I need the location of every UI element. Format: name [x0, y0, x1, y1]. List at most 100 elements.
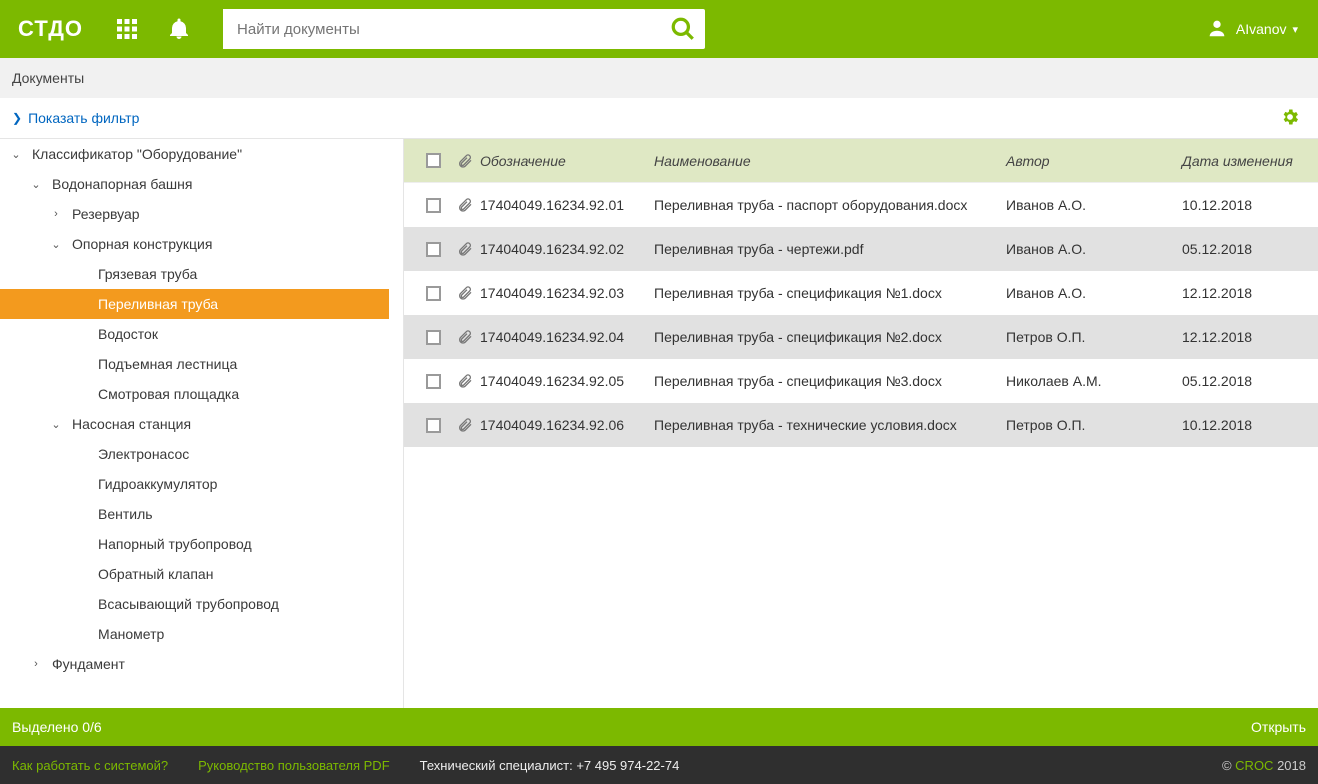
- row-checkbox[interactable]: [426, 418, 441, 433]
- cell-code: 17404049.16234.92.04: [480, 329, 654, 345]
- chevron-right-icon[interactable]: ›: [28, 658, 44, 670]
- tree-item-label: Насосная станция: [72, 416, 191, 432]
- cell-code: 17404049.16234.92.06: [480, 417, 654, 433]
- table-row[interactable]: 17404049.16234.92.01Переливная труба - п…: [404, 183, 1318, 227]
- tree-item-label: Вентиль: [98, 506, 153, 522]
- tree-item[interactable]: Водосток: [0, 319, 389, 349]
- footer-bar: Как работать с системой? Руководство пол…: [0, 746, 1318, 784]
- status-bar: Выделено 0/6 Открыть: [0, 708, 1318, 746]
- column-header-name[interactable]: Наименование: [654, 153, 1006, 169]
- cell-name: Переливная труба - технические условия.d…: [654, 417, 1006, 433]
- cell-date: 12.12.2018: [1182, 285, 1306, 301]
- app-header: СТДО AIvanov ▾: [0, 0, 1318, 58]
- row-checkbox[interactable]: [426, 286, 441, 301]
- tree-item[interactable]: Смотровая площадка: [0, 379, 389, 409]
- table-row[interactable]: 17404049.16234.92.05Переливная труба - с…: [404, 359, 1318, 403]
- row-checkbox[interactable]: [426, 330, 441, 345]
- chevron-down-icon: ▾: [1292, 23, 1298, 36]
- table-row[interactable]: 17404049.16234.92.03Переливная труба - с…: [404, 271, 1318, 315]
- table-row[interactable]: 17404049.16234.92.02Переливная труба - ч…: [404, 227, 1318, 271]
- column-header-date[interactable]: Дата изменения: [1182, 153, 1306, 169]
- attachment-icon[interactable]: [450, 285, 480, 301]
- select-all-checkbox[interactable]: [426, 153, 441, 168]
- table-pane: Обозначение Наименование Автор Дата изме…: [404, 139, 1318, 708]
- show-filter-label: Показать фильтр: [28, 110, 139, 126]
- tree-item[interactable]: › Фундамент: [0, 649, 389, 679]
- tree-item-label: Резервуар: [72, 206, 140, 222]
- show-filter-link[interactable]: ❯ Показать фильтр: [12, 110, 139, 126]
- tree-item-label: Фундамент: [52, 656, 125, 672]
- tree-item[interactable]: Вентиль: [0, 499, 389, 529]
- row-checkbox[interactable]: [426, 198, 441, 213]
- tree-item[interactable]: Гидроаккумулятор: [0, 469, 389, 499]
- selection-status: Выделено 0/6: [12, 719, 102, 735]
- tree-item[interactable]: Переливная труба: [0, 289, 389, 319]
- app-logo: СТДО: [18, 16, 83, 42]
- search-input[interactable]: [223, 9, 661, 49]
- tree-item[interactable]: ⌄ Насосная станция: [0, 409, 389, 439]
- help-link[interactable]: Как работать с системой?: [12, 758, 168, 773]
- manual-link[interactable]: Руководство пользователя PDF: [198, 758, 390, 773]
- filter-row: ❯ Показать фильтр: [0, 98, 1318, 138]
- tree-item-label: Электронасос: [98, 446, 189, 462]
- gear-icon[interactable]: [1280, 107, 1300, 130]
- attachment-icon[interactable]: [450, 417, 480, 433]
- attachment-icon[interactable]: [450, 241, 480, 257]
- tree-item-label: Переливная труба: [98, 296, 218, 312]
- cell-code: 17404049.16234.92.02: [480, 241, 654, 257]
- cell-author: Петров О.П.: [1006, 329, 1182, 345]
- attachment-icon[interactable]: [450, 197, 480, 213]
- attachment-header-icon: [450, 153, 480, 169]
- row-checkbox[interactable]: [426, 374, 441, 389]
- tree-item[interactable]: Обратный клапан: [0, 559, 389, 589]
- cell-code: 17404049.16234.92.03: [480, 285, 654, 301]
- user-icon: [1206, 17, 1228, 42]
- chevron-right-icon: ❯: [12, 111, 22, 125]
- tree-item[interactable]: Электронасос: [0, 439, 389, 469]
- tree-item[interactable]: Подъемная лестница: [0, 349, 389, 379]
- breadcrumb-title: Документы: [12, 70, 84, 86]
- cell-code: 17404049.16234.92.05: [480, 373, 654, 389]
- row-checkbox[interactable]: [426, 242, 441, 257]
- open-button[interactable]: Открыть: [1251, 719, 1306, 735]
- chevron-down-icon[interactable]: ⌄: [48, 418, 64, 431]
- copyright-text: © CROC 2018: [1222, 758, 1306, 773]
- search-bar: [223, 9, 705, 49]
- column-header-author[interactable]: Автор: [1006, 153, 1182, 169]
- cell-date: 10.12.2018: [1182, 417, 1306, 433]
- table-row[interactable]: 17404049.16234.92.06Переливная труба - т…: [404, 403, 1318, 447]
- tree-item-label: Всасывающий трубопровод: [98, 596, 279, 612]
- apps-icon[interactable]: [115, 17, 139, 41]
- breadcrumb: Документы: [0, 58, 1318, 98]
- tree-item[interactable]: Грязевая труба: [0, 259, 389, 289]
- tree-pane[interactable]: ⌄ Классификатор "Оборудование" ⌄Водонапорн…: [0, 139, 404, 708]
- tree-item[interactable]: Напорный трубопровод: [0, 529, 389, 559]
- tree-item[interactable]: › Резервуар: [0, 199, 389, 229]
- search-icon[interactable]: [661, 9, 705, 49]
- chevron-down-icon[interactable]: ⌄: [28, 178, 44, 191]
- tree-item-label: Гидроаккумулятор: [98, 476, 217, 492]
- tree-item-label: Подъемная лестница: [98, 356, 237, 372]
- chevron-down-icon[interactable]: ⌄: [8, 148, 24, 161]
- user-name-label: AIvanov: [1236, 21, 1287, 37]
- tree-item[interactable]: ⌄Водонапорная башня: [0, 169, 389, 199]
- tree-item[interactable]: ⌄ Классификатор "Оборудование": [0, 139, 389, 169]
- notifications-icon[interactable]: [167, 17, 191, 41]
- tree-item-label: Классификатор "Оборудование": [32, 146, 242, 162]
- cell-author: Николаев А.М.: [1006, 373, 1182, 389]
- tree-item[interactable]: Всасывающий трубопровод: [0, 589, 389, 619]
- column-header-code[interactable]: Обозначение: [480, 153, 654, 169]
- tree-item[interactable]: Манометр: [0, 619, 389, 649]
- cell-date: 10.12.2018: [1182, 197, 1306, 213]
- user-menu[interactable]: AIvanov ▾: [1206, 17, 1298, 42]
- attachment-icon[interactable]: [450, 329, 480, 345]
- tree-item[interactable]: ⌄Опорная конструкция: [0, 229, 389, 259]
- tree-item-label: Водосток: [98, 326, 158, 342]
- chevron-down-icon[interactable]: ⌄: [48, 238, 64, 251]
- attachment-icon[interactable]: [450, 373, 480, 389]
- cell-author: Петров О.П.: [1006, 417, 1182, 433]
- table-row[interactable]: 17404049.16234.92.04Переливная труба - с…: [404, 315, 1318, 359]
- tree-item-label: Обратный клапан: [98, 566, 213, 582]
- cell-name: Переливная труба - паспорт оборудования.…: [654, 197, 1006, 213]
- chevron-right-icon[interactable]: ›: [48, 208, 64, 220]
